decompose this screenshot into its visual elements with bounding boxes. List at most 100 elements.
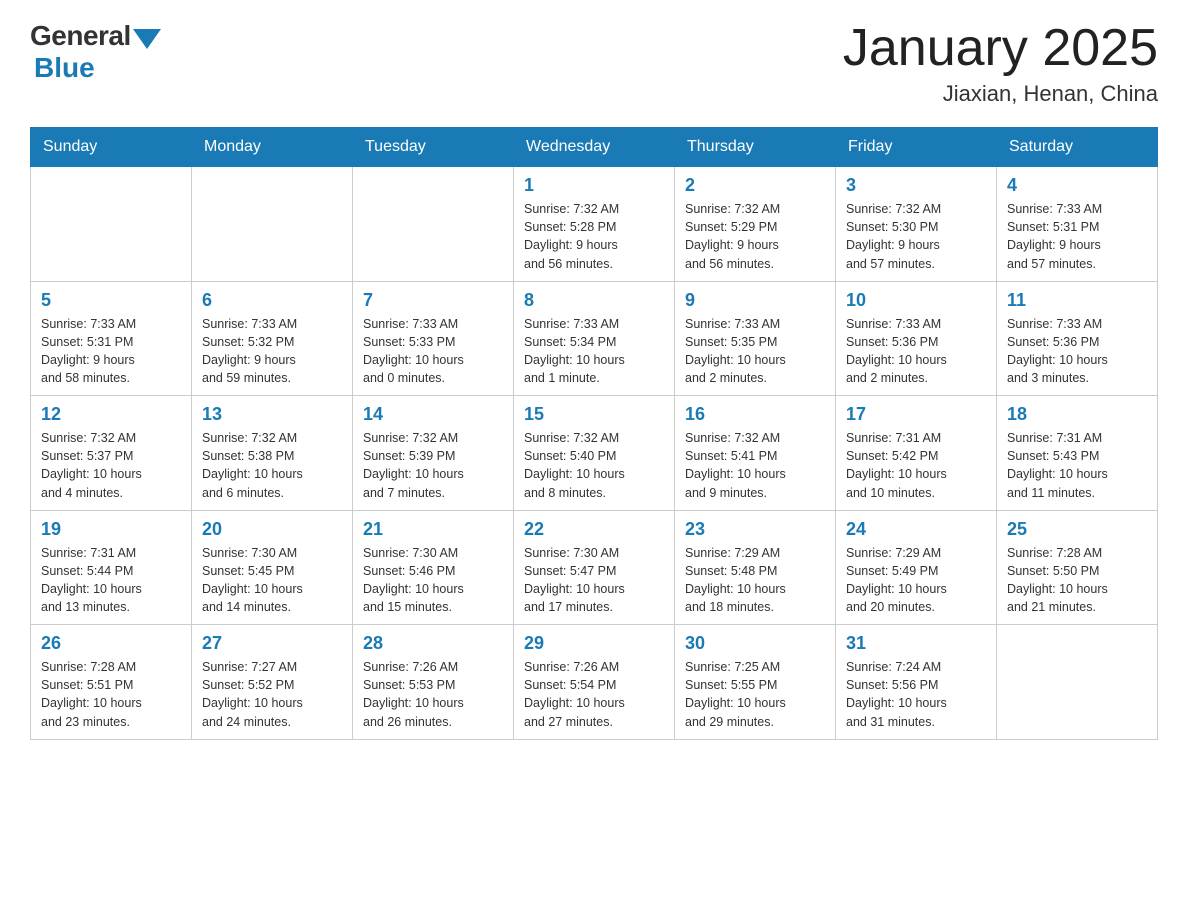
day-number: 12 xyxy=(41,404,181,425)
day-number: 25 xyxy=(1007,519,1147,540)
day-info: Sunrise: 7:31 AM Sunset: 5:42 PM Dayligh… xyxy=(846,429,986,502)
calendar-cell: 27Sunrise: 7:27 AM Sunset: 5:52 PM Dayli… xyxy=(192,625,353,740)
day-header-thursday: Thursday xyxy=(675,128,836,167)
day-number: 13 xyxy=(202,404,342,425)
day-number: 24 xyxy=(846,519,986,540)
calendar-cell: 6 Sunrise: 7:33 AM Sunset: 5:32 PM Daylig… xyxy=(192,281,353,396)
day-info: Sunrise: 7:32 AM Sunset: 5:38 PM Dayligh… xyxy=(202,429,342,502)
calendar-cell: 10 Sunrise: 7:33 AM Sunset: 5:36 PM Dayli… xyxy=(836,281,997,396)
calendar-cell: 9 Sunrise: 7:33 AM Sunset: 5:35 PM Daylig… xyxy=(675,281,836,396)
logo: General Blue xyxy=(30,20,161,84)
day-number: 10 xyxy=(846,290,986,311)
calendar-cell: 29 Sunrise: 7:26 AM Sunset: 5:54 PM Dayli… xyxy=(514,625,675,740)
day-number: 21 xyxy=(363,519,503,540)
day-number: 6 xyxy=(202,290,342,311)
week-row-2: 5 Sunrise: 7:33 AM Sunset: 5:31 PM Daylig… xyxy=(31,281,1158,396)
calendar-cell: 28 Sunrise: 7:26 AM Sunset: 5:53 PM Dayli… xyxy=(353,625,514,740)
day-number: 22 xyxy=(524,519,664,540)
day-info: Sunrise: 7:30 AM Sunset: 5:46 PM Dayligh… xyxy=(363,544,503,617)
page-header: General Blue January 2025 Jiaxian, Henan… xyxy=(30,20,1158,107)
day-number: 9 xyxy=(685,290,825,311)
week-row-3: 12 Sunrise: 7:32 AM Sunset: 5:37 PM Dayli… xyxy=(31,396,1158,511)
day-info: Sunrise: 7:29 AM Sunset: 5:49 PM Dayligh… xyxy=(846,544,986,617)
calendar-cell: 8 Sunrise: 7:33 AM Sunset: 5:34 PM Daylig… xyxy=(514,281,675,396)
calendar-cell: 4 Sunrise: 7:33 AM Sunset: 5:31 PM Daylig… xyxy=(997,167,1158,282)
calendar-cell xyxy=(31,167,192,282)
day-number: 19 xyxy=(41,519,181,540)
day-info: Sunrise: 7:32 AM Sunset: 5:41 PM Dayligh… xyxy=(685,429,825,502)
day-number: 16 xyxy=(685,404,825,425)
day-info: Sunrise: 7:24 AM Sunset: 5:56 PM Dayligh… xyxy=(846,658,986,731)
calendar-cell: 15 Sunrise: 7:32 AM Sunset: 5:40 PM Dayli… xyxy=(514,396,675,511)
day-info: Sunrise: 7:33 AM Sunset: 5:34 PM Dayligh… xyxy=(524,315,664,388)
day-info: Sunrise: 7:28 AM Sunset: 5:51 PM Dayligh… xyxy=(41,658,181,731)
week-row-4: 19 Sunrise: 7:31 AM Sunset: 5:44 PM Dayli… xyxy=(31,510,1158,625)
day-info: Sunrise: 7:32 AM Sunset: 5:39 PM Dayligh… xyxy=(363,429,503,502)
calendar-cell: 12 Sunrise: 7:32 AM Sunset: 5:37 PM Dayli… xyxy=(31,396,192,511)
calendar-cell: 11 Sunrise: 7:33 AM Sunset: 5:36 PM Dayli… xyxy=(997,281,1158,396)
day-info: Sunrise: 7:26 AM Sunset: 5:54 PM Dayligh… xyxy=(524,658,664,731)
calendar-cell: 3Sunrise: 7:32 AM Sunset: 5:30 PM Daylig… xyxy=(836,167,997,282)
day-number: 15 xyxy=(524,404,664,425)
calendar-cell: 25Sunrise: 7:28 AM Sunset: 5:50 PM Dayli… xyxy=(997,510,1158,625)
day-info: Sunrise: 7:33 AM Sunset: 5:36 PM Dayligh… xyxy=(846,315,986,388)
day-number: 17 xyxy=(846,404,986,425)
day-info: Sunrise: 7:32 AM Sunset: 5:40 PM Dayligh… xyxy=(524,429,664,502)
day-number: 2 xyxy=(685,175,825,196)
title-block: January 2025 Jiaxian, Henan, China xyxy=(843,20,1158,107)
day-info: Sunrise: 7:33 AM Sunset: 5:31 PM Dayligh… xyxy=(41,315,181,388)
day-info: Sunrise: 7:30 AM Sunset: 5:45 PM Dayligh… xyxy=(202,544,342,617)
day-number: 5 xyxy=(41,290,181,311)
day-info: Sunrise: 7:32 AM Sunset: 5:30 PM Dayligh… xyxy=(846,200,986,273)
calendar-cell: 17 Sunrise: 7:31 AM Sunset: 5:42 PM Dayli… xyxy=(836,396,997,511)
day-info: Sunrise: 7:33 AM Sunset: 5:35 PM Dayligh… xyxy=(685,315,825,388)
day-header-tuesday: Tuesday xyxy=(353,128,514,167)
day-number: 29 xyxy=(524,633,664,654)
calendar-cell: 26 Sunrise: 7:28 AM Sunset: 5:51 PM Dayli… xyxy=(31,625,192,740)
logo-general-text: General xyxy=(30,20,131,52)
day-info: Sunrise: 7:32 AM Sunset: 5:29 PM Dayligh… xyxy=(685,200,825,273)
day-number: 20 xyxy=(202,519,342,540)
day-number: 23 xyxy=(685,519,825,540)
day-number: 18 xyxy=(1007,404,1147,425)
day-number: 28 xyxy=(363,633,503,654)
day-number: 8 xyxy=(524,290,664,311)
day-info: Sunrise: 7:33 AM Sunset: 5:36 PM Dayligh… xyxy=(1007,315,1147,388)
day-header-wednesday: Wednesday xyxy=(514,128,675,167)
day-info: Sunrise: 7:25 AM Sunset: 5:55 PM Dayligh… xyxy=(685,658,825,731)
day-number: 7 xyxy=(363,290,503,311)
calendar-cell: 1Sunrise: 7:32 AM Sunset: 5:28 PM Daylig… xyxy=(514,167,675,282)
day-header-sunday: Sunday xyxy=(31,128,192,167)
calendar-cell: 23 Sunrise: 7:29 AM Sunset: 5:48 PM Dayli… xyxy=(675,510,836,625)
calendar-cell xyxy=(997,625,1158,740)
logo-triangle-icon xyxy=(133,29,161,49)
calendar-cell: 18 Sunrise: 7:31 AM Sunset: 5:43 PM Dayli… xyxy=(997,396,1158,511)
day-number: 26 xyxy=(41,633,181,654)
day-number: 1 xyxy=(524,175,664,196)
calendar-cell xyxy=(353,167,514,282)
day-info: Sunrise: 7:29 AM Sunset: 5:48 PM Dayligh… xyxy=(685,544,825,617)
day-info: Sunrise: 7:33 AM Sunset: 5:31 PM Dayligh… xyxy=(1007,200,1147,273)
day-info: Sunrise: 7:31 AM Sunset: 5:44 PM Dayligh… xyxy=(41,544,181,617)
calendar-cell: 19 Sunrise: 7:31 AM Sunset: 5:44 PM Dayli… xyxy=(31,510,192,625)
day-info: Sunrise: 7:32 AM Sunset: 5:37 PM Dayligh… xyxy=(41,429,181,502)
calendar-cell: 2 Sunrise: 7:32 AM Sunset: 5:29 PM Daylig… xyxy=(675,167,836,282)
day-number: 31 xyxy=(846,633,986,654)
calendar-table: SundayMondayTuesdayWednesdayThursdayFrid… xyxy=(30,127,1158,740)
logo-blue-text: Blue xyxy=(34,52,95,84)
calendar-cell: 7 Sunrise: 7:33 AM Sunset: 5:33 PM Daylig… xyxy=(353,281,514,396)
day-number: 4 xyxy=(1007,175,1147,196)
calendar-cell: 14Sunrise: 7:32 AM Sunset: 5:39 PM Dayli… xyxy=(353,396,514,511)
day-info: Sunrise: 7:31 AM Sunset: 5:43 PM Dayligh… xyxy=(1007,429,1147,502)
calendar-cell: 13 Sunrise: 7:32 AM Sunset: 5:38 PM Dayli… xyxy=(192,396,353,511)
calendar-cell: 24 Sunrise: 7:29 AM Sunset: 5:49 PM Dayli… xyxy=(836,510,997,625)
calendar-subtitle: Jiaxian, Henan, China xyxy=(843,81,1158,107)
day-number: 11 xyxy=(1007,290,1147,311)
calendar-cell: 30Sunrise: 7:25 AM Sunset: 5:55 PM Dayli… xyxy=(675,625,836,740)
week-row-5: 26 Sunrise: 7:28 AM Sunset: 5:51 PM Dayli… xyxy=(31,625,1158,740)
calendar-cell: 5 Sunrise: 7:33 AM Sunset: 5:31 PM Daylig… xyxy=(31,281,192,396)
day-info: Sunrise: 7:26 AM Sunset: 5:53 PM Dayligh… xyxy=(363,658,503,731)
day-info: Sunrise: 7:33 AM Sunset: 5:33 PM Dayligh… xyxy=(363,315,503,388)
day-number: 27 xyxy=(202,633,342,654)
day-info: Sunrise: 7:33 AM Sunset: 5:32 PM Dayligh… xyxy=(202,315,342,388)
